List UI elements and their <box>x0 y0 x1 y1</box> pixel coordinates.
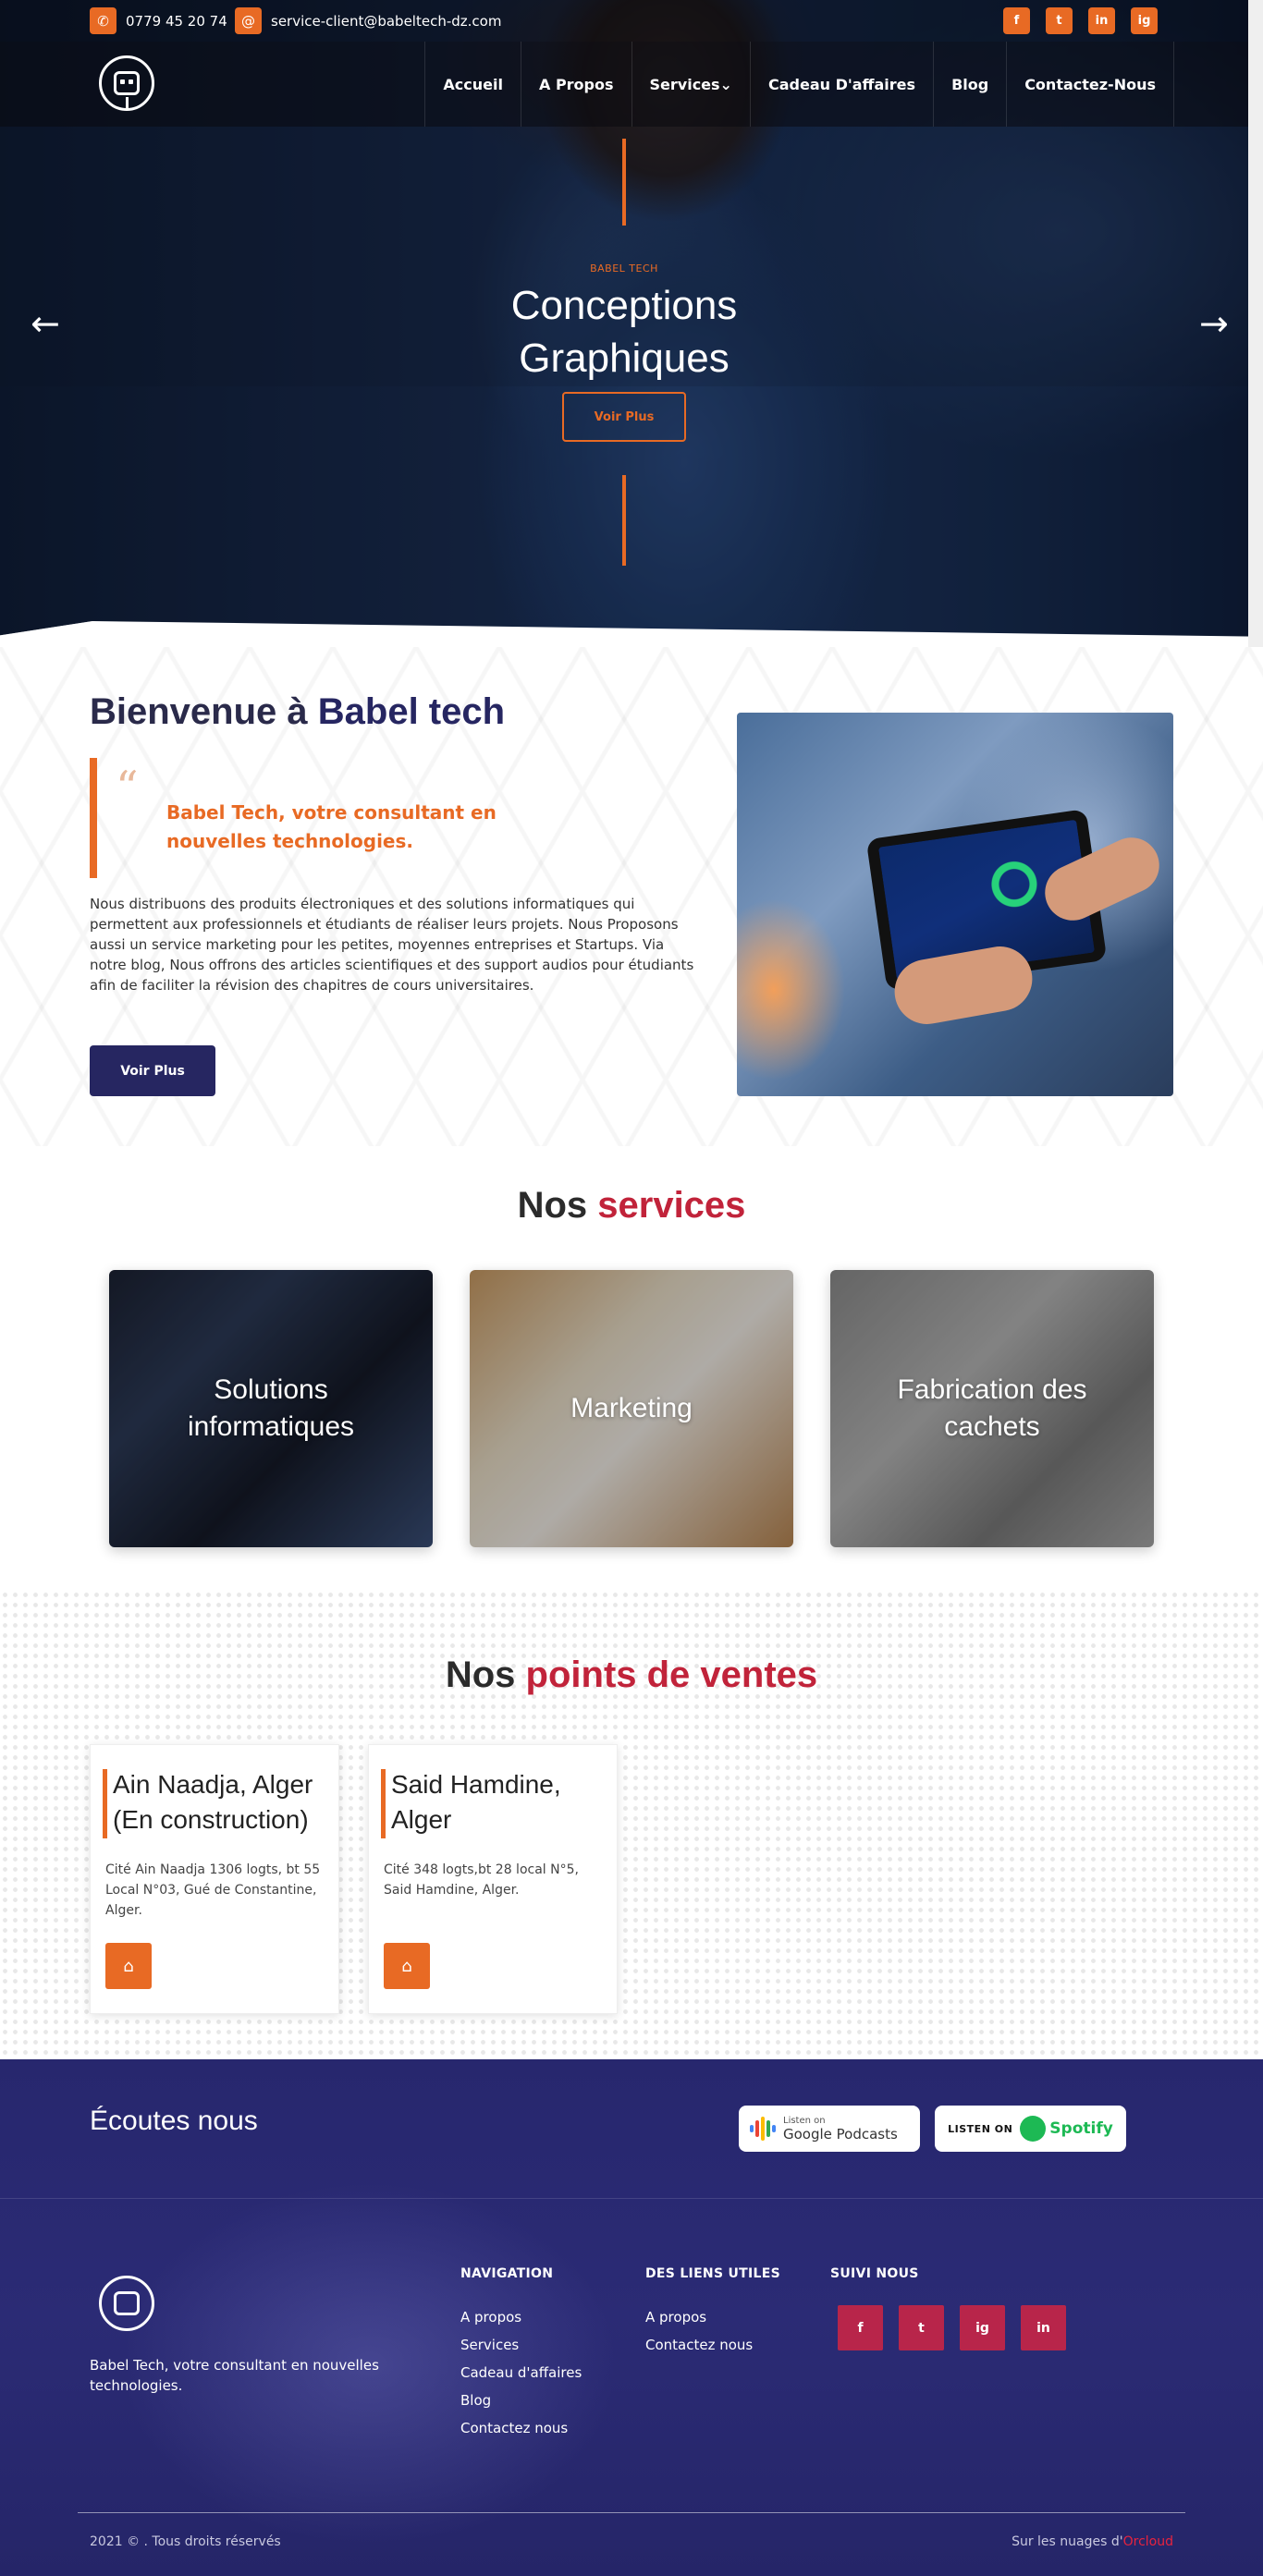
at-icon: @ <box>235 7 262 34</box>
google-podcasts-button[interactable]: Listen on Google Podcasts <box>739 2106 920 2152</box>
service-card-fabrication-cachets[interactable]: Fabrication des cachets <box>830 1270 1154 1547</box>
service-card-solutions-informatiques[interactable]: Solutions informatiques <box>109 1270 433 1547</box>
welcome-voir-plus-button[interactable]: Voir Plus <box>90 1045 215 1096</box>
point-card: Ain Naadja, Alger (En construction) Cité… <box>90 1744 339 2014</box>
phone-link[interactable]: ✆ 0779 45 20 74 <box>90 7 227 34</box>
point-address: Cité 348 logts,bt 28 local N°5, Said Ham… <box>384 1862 579 1898</box>
hero-title: Conceptions Graphiques <box>510 283 738 381</box>
top-social-links: f t in ig <box>1003 7 1158 34</box>
spotify-button[interactable]: LISTEN ON Spotify <box>935 2106 1126 2152</box>
phone-icon: ✆ <box>90 7 116 34</box>
copyright: 2021 © . Tous droits réservés <box>90 2534 281 2549</box>
nav-blog[interactable]: Blog <box>933 42 1006 127</box>
footer-tagline: Babel Tech, votre consultant en nouvelle… <box>90 2357 379 2394</box>
hero-accent-line-top <box>622 139 626 226</box>
babel-tech-logo[interactable] <box>99 55 154 111</box>
slider-next-arrow-icon[interactable]: → <box>1199 305 1229 342</box>
facebook-icon[interactable]: f <box>838 2305 883 2350</box>
service-card-marketing[interactable]: Marketing <box>470 1270 793 1547</box>
footer-logo[interactable] <box>99 2276 154 2331</box>
nav-a-propos[interactable]: A Propos <box>520 42 632 127</box>
hero-voir-plus-button[interactable]: Voir Plus <box>562 392 686 442</box>
nav-cadeau-affaires[interactable]: Cadeau D'affaires <box>749 42 933 127</box>
point-title: Ain Naadja, Alger (En construction) <box>113 1770 313 1834</box>
nav-accueil[interactable]: Accueil <box>424 42 521 127</box>
plug-icon <box>114 2291 140 2315</box>
linkedin-icon[interactable]: in <box>1088 7 1115 34</box>
main-navbar: Accueil A Propos Services⌄ Cadeau D'affa… <box>0 42 1248 127</box>
listen-title: Écoutes nous <box>90 2106 258 2136</box>
welcome-paragraph: Nous distribuons des produits électroniq… <box>90 896 694 994</box>
welcome-quote: “ Babel Tech, votre consultant en nouvel… <box>90 758 607 878</box>
plug-icon <box>114 71 140 95</box>
footer-link-blog[interactable]: Blog <box>460 2387 582 2414</box>
footer-useful-a-propos[interactable]: A propos <box>645 2303 780 2331</box>
footer-link-services[interactable]: Services <box>460 2331 582 2359</box>
google-podcasts-icon <box>750 2117 776 2141</box>
facebook-icon[interactable]: f <box>1003 7 1030 34</box>
footer-link-a-propos[interactable]: A propos <box>460 2303 582 2331</box>
map-location-icon[interactable]: ⌂ <box>105 1943 152 1989</box>
instagram-icon[interactable]: ig <box>960 2305 1005 2350</box>
footer-social-links: f t ig in <box>838 2305 1066 2350</box>
footer-link-cadeau[interactable]: Cadeau d'affaires <box>460 2359 582 2387</box>
welcome-title: Bienvenue à Babel tech <box>90 691 506 732</box>
points-title: Nos points de ventes <box>445 1654 818 1695</box>
point-address: Cité Ain Naadja 1306 logts, bt 55 Local … <box>105 1862 321 1918</box>
hero-accent-line-bottom <box>622 475 626 566</box>
point-title: Said Hamdine, Alger <box>391 1770 561 1834</box>
orcloud-link[interactable]: Orcloud <box>1123 2534 1173 2549</box>
nav-services[interactable]: Services⌄ <box>631 42 750 127</box>
linkedin-icon[interactable]: in <box>1021 2305 1066 2350</box>
point-card: Said Hamdine, Alger Cité 348 logts,bt 28… <box>368 1744 618 2014</box>
spotify-icon <box>1020 2116 1047 2142</box>
top-contact-bar: ✆ 0779 45 20 74 @ service-client@babelte… <box>0 0 1248 42</box>
credit: Sur les nuages d'Orcloud <box>1012 2534 1173 2549</box>
email-link[interactable]: @ service-client@babeltech-dz.com <box>235 7 501 34</box>
instagram-icon[interactable]: ig <box>1131 7 1158 34</box>
footer-navigation: NAVIGATION A propos Services Cadeau d'af… <box>460 2266 582 2442</box>
slider-prev-arrow-icon[interactable]: ← <box>31 305 60 342</box>
services-title: Nos services <box>517 1185 746 1226</box>
twitter-icon[interactable]: t <box>1046 7 1073 34</box>
main-menu: Accueil A Propos Services⌄ Cadeau D'affa… <box>424 42 1174 127</box>
welcome-tablet-image <box>737 713 1173 1096</box>
twitter-icon[interactable]: t <box>899 2305 944 2350</box>
footer-link-contact[interactable]: Contactez nous <box>460 2414 582 2442</box>
nav-contactez-nous[interactable]: Contactez-Nous <box>1006 42 1174 127</box>
quote-icon: “ <box>116 762 139 813</box>
hero-kicker: BABEL TECH <box>590 262 658 275</box>
map-location-icon[interactable]: ⌂ <box>384 1943 430 1989</box>
footer-useful-contact[interactable]: Contactez nous <box>645 2331 780 2359</box>
footer-follow: SUIVI NOUS <box>830 2266 919 2281</box>
footer-useful-links: DES LIENS UTILES A propos Contactez nous <box>645 2266 780 2359</box>
